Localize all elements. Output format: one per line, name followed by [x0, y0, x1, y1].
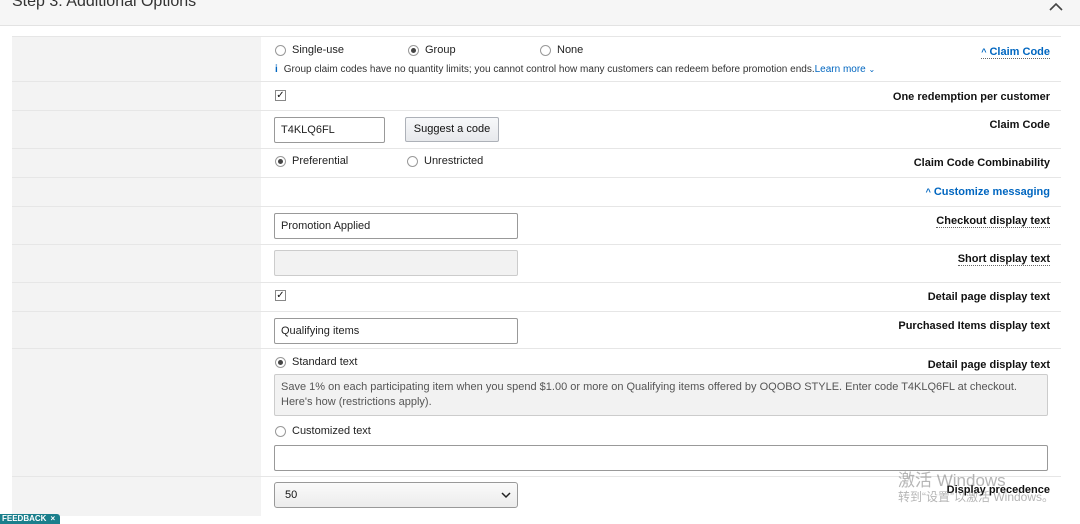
- claim-code-type-row: ^ Claim Code Single-use Group None i Group…: [12, 36, 1061, 81]
- claim-code-type-label[interactable]: ^ Claim Code: [981, 46, 1050, 59]
- feedback-label: FEEDBACK: [2, 514, 47, 523]
- display-precedence-select[interactable]: 50: [274, 482, 518, 508]
- radio-preferential-label: Preferential: [292, 155, 349, 167]
- detail-page-check-row: Detail page display text ✓: [12, 282, 1061, 311]
- chevron-down-icon: [501, 492, 511, 499]
- radio-customized-text-label: Customized text: [292, 425, 371, 437]
- claim-code-row: Claim Code T4KLQ6FL Suggest a code: [12, 110, 1061, 148]
- windows-activation-hint: 转到“设置”以激活 Windows。: [898, 490, 1055, 504]
- one-redemption-label: One redemption per customer: [892, 91, 1050, 103]
- detail-page-check-label: Detail page display text: [927, 291, 1050, 303]
- radio-single-use-label: Single-use: [292, 44, 344, 56]
- radio-standard-text-label: Standard text: [292, 356, 358, 368]
- purchased-items-row: Purchased Items display text Qualifying …: [12, 311, 1061, 348]
- short-display-row: Short display text: [12, 244, 1061, 282]
- detail-page-text-label: Detail page display text: [927, 359, 1050, 371]
- checkout-display-row: Checkout display text Promotion Applied: [12, 206, 1061, 244]
- radio-customized-text[interactable]: [275, 426, 286, 437]
- short-display-input[interactable]: [274, 250, 518, 276]
- step-header[interactable]: Step 3: Additional Options: [0, 0, 1080, 26]
- display-precedence-value: 50: [285, 489, 298, 501]
- radio-none-label: None: [557, 44, 584, 56]
- close-icon[interactable]: ×: [50, 514, 55, 523]
- radio-none[interactable]: [540, 45, 551, 56]
- chevron-down-icon: ⌄: [868, 65, 876, 74]
- one-redemption-row: One redemption per customer ✓: [12, 81, 1061, 110]
- standard-text-box: Save 1% on each participating item when …: [274, 374, 1048, 416]
- info-icon: i: [275, 64, 278, 75]
- purchased-items-label: Purchased Items display text: [898, 320, 1050, 332]
- checkout-display-label: Checkout display text: [936, 215, 1050, 228]
- caret-up-icon: ^: [925, 187, 931, 197]
- learn-more-link[interactable]: Learn more ⌄: [815, 64, 876, 75]
- chevron-up-icon[interactable]: [1048, 0, 1064, 14]
- step-title: Step 3: Additional Options: [12, 0, 197, 10]
- checkout-display-input[interactable]: Promotion Applied: [274, 213, 518, 239]
- group-code-info-text: Group claim codes have no quantity limit…: [283, 64, 815, 75]
- radio-standard-text[interactable]: [275, 357, 286, 368]
- customize-messaging-toggle[interactable]: ^ Customize messaging: [926, 186, 1050, 198]
- radio-single-use[interactable]: [275, 45, 286, 56]
- radio-group[interactable]: [408, 45, 419, 56]
- combinability-row: Claim Code Combinability Preferential Un…: [12, 148, 1061, 177]
- radio-unrestricted-label: Unrestricted: [424, 155, 484, 167]
- short-display-label: Short display text: [957, 253, 1050, 266]
- feedback-tab[interactable]: FEEDBACK ×: [0, 514, 60, 524]
- claim-code-input[interactable]: T4KLQ6FL: [274, 117, 385, 143]
- combinability-label: Claim Code Combinability: [913, 157, 1050, 169]
- detail-page-text-row: Detail page display text Standard text S…: [12, 348, 1061, 476]
- additional-options-form: ^ Claim Code Single-use Group None i Group…: [12, 36, 1061, 516]
- customize-messaging-row: ^ Customize messaging: [12, 177, 1061, 206]
- group-code-info: i Group claim codes have no quantity limi…: [275, 64, 875, 75]
- radio-group-label: Group: [425, 44, 456, 56]
- one-redemption-checkbox[interactable]: ✓: [275, 90, 286, 101]
- caret-up-icon: ^: [981, 47, 987, 57]
- purchased-items-input[interactable]: Qualifying items: [274, 318, 518, 344]
- radio-preferential[interactable]: [275, 156, 286, 167]
- detail-page-checkbox[interactable]: ✓: [275, 290, 286, 301]
- claim-code-label: Claim Code: [989, 119, 1050, 131]
- suggest-code-button[interactable]: Suggest a code: [405, 117, 499, 142]
- radio-unrestricted[interactable]: [407, 156, 418, 167]
